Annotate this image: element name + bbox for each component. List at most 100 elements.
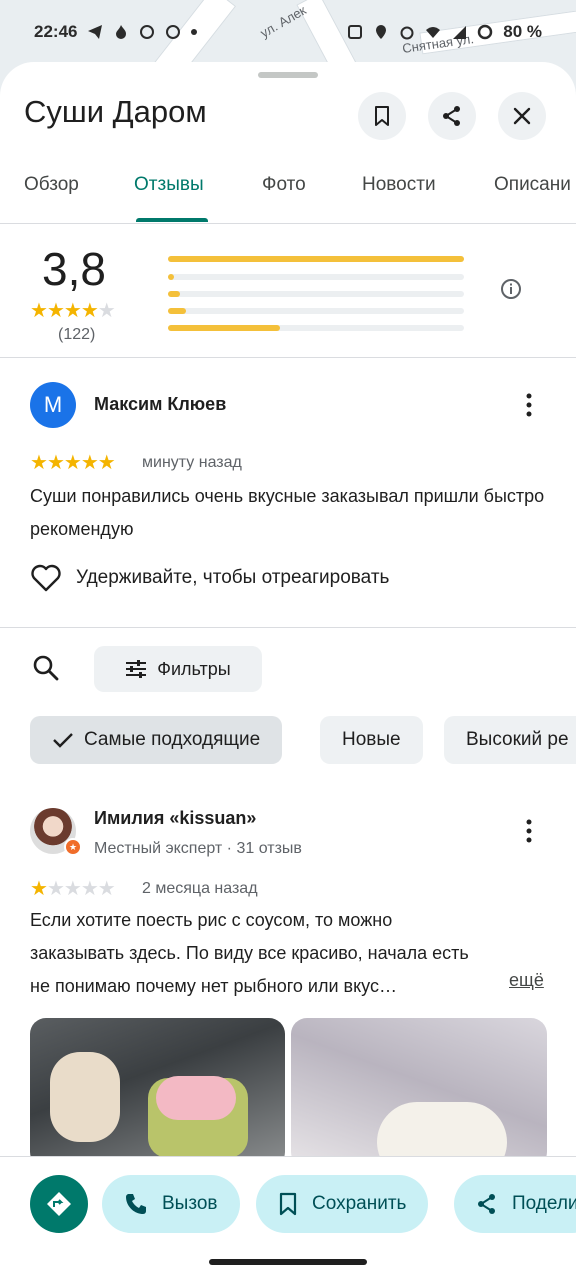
nfc-icon bbox=[348, 25, 363, 39]
battery-level: 80 % bbox=[503, 22, 542, 41]
sort-chip-high-rating[interactable]: Высокий ре bbox=[444, 716, 576, 764]
more-vert-icon[interactable] bbox=[520, 818, 538, 844]
app-icon bbox=[140, 25, 155, 39]
star-icon: ★ bbox=[80, 878, 99, 900]
review-photo[interactable] bbox=[291, 1018, 547, 1168]
tab-bar: Обзор Отзывы Фото Новости Описани bbox=[0, 160, 576, 224]
review-card: М Максим Клюев ★★★★★ минуту назад Суши п… bbox=[0, 358, 576, 628]
tab-photos[interactable]: Фото bbox=[262, 174, 306, 196]
save-label: Сохранить bbox=[312, 1193, 407, 1214]
sort-chip-relevant[interactable]: Самые подходящие bbox=[30, 716, 283, 764]
wifi-icon bbox=[426, 27, 441, 38]
home-indicator[interactable] bbox=[209, 1259, 367, 1265]
sheet-drag-handle[interactable] bbox=[258, 72, 318, 78]
app-icon bbox=[166, 25, 181, 39]
place-title: Суши Даром bbox=[24, 94, 207, 129]
star-icon: ★ bbox=[80, 300, 99, 322]
tab-news[interactable]: Новости bbox=[362, 174, 436, 196]
location-icon bbox=[376, 25, 387, 39]
heart-outline-icon bbox=[31, 564, 61, 592]
star-icon: ★ bbox=[46, 300, 65, 322]
rating-bar-fill bbox=[168, 291, 180, 297]
tab-overview[interactable]: Обзор bbox=[24, 174, 79, 196]
filters-label: Фильтры bbox=[157, 658, 231, 679]
read-more-link[interactable]: ещё bbox=[509, 970, 544, 991]
tab-about[interactable]: Описани bbox=[494, 174, 571, 196]
alarm-icon bbox=[400, 26, 414, 40]
star-icon: ★ bbox=[63, 452, 82, 474]
notification-dot-icon bbox=[191, 29, 198, 35]
review-text: Суши понравились очень вкусные заказывал… bbox=[30, 486, 545, 539]
share-icon bbox=[478, 1194, 495, 1214]
rating-bar-fill bbox=[168, 274, 174, 280]
save-place-button[interactable]: Сохранить bbox=[256, 1175, 429, 1233]
avatar[interactable]: М bbox=[30, 382, 76, 428]
phone-icon bbox=[126, 1194, 146, 1214]
share-label: Подели bbox=[512, 1193, 576, 1214]
star-icon: ★ bbox=[97, 452, 116, 474]
status-bar: 22:46 80 % bbox=[0, 0, 576, 64]
rating-bar-fill bbox=[168, 308, 186, 314]
star-icon: ★ bbox=[46, 878, 65, 900]
share-button[interactable] bbox=[428, 92, 476, 140]
rating-summary: 3,8 ★★★★★ (122) bbox=[0, 224, 576, 358]
star-icon: ★ bbox=[30, 878, 48, 900]
bookmark-icon bbox=[375, 106, 389, 126]
save-button[interactable] bbox=[358, 92, 406, 140]
call-button[interactable]: Вызов bbox=[102, 1175, 240, 1233]
signal-icon bbox=[453, 26, 467, 39]
star-icon: ★ bbox=[63, 300, 82, 322]
review-stars: ★★★★★ bbox=[30, 876, 116, 901]
more-vert-icon[interactable] bbox=[520, 392, 538, 418]
sort-chip-label: Самые подходящие bbox=[84, 729, 261, 750]
rating-count: (122) bbox=[58, 326, 96, 343]
close-button[interactable] bbox=[498, 92, 546, 140]
directions-icon bbox=[47, 1192, 71, 1216]
review-time: 2 месяца назад bbox=[142, 880, 258, 897]
rating-value: 3,8 bbox=[42, 243, 106, 295]
reviewer-meta: Местный эксперт · 31 отзыв bbox=[94, 840, 302, 857]
react-button[interactable]: Удерживайте, чтобы отреагировать bbox=[30, 564, 389, 592]
star-icon: ★ bbox=[97, 300, 116, 322]
tab-reviews[interactable]: Отзывы bbox=[134, 174, 204, 196]
star-icon: ★ bbox=[46, 452, 65, 474]
flame-icon bbox=[116, 25, 127, 39]
share-place-button[interactable]: Подели bbox=[454, 1175, 576, 1233]
star-icon: ★ bbox=[30, 452, 48, 474]
react-label: Удерживайте, чтобы отреагировать bbox=[76, 567, 390, 588]
sort-chip-label: Новые bbox=[342, 729, 401, 750]
review-text: Если хотите поесть рис с соусом, то можн… bbox=[30, 910, 469, 996]
reviewer-name[interactable]: Максим Клюев bbox=[94, 394, 226, 415]
star-icon: ★ bbox=[30, 300, 48, 322]
filters-button[interactable]: Фильтры bbox=[94, 646, 262, 692]
call-label: Вызов bbox=[162, 1193, 218, 1214]
status-time: 22:46 bbox=[34, 22, 78, 41]
tune-icon bbox=[126, 660, 147, 678]
check-icon bbox=[53, 733, 73, 748]
rating-bar-2 bbox=[168, 308, 464, 314]
rating-bar-1 bbox=[168, 325, 464, 331]
search-icon[interactable] bbox=[32, 654, 60, 682]
review-stars: ★★★★★ bbox=[30, 450, 116, 475]
review-photo[interactable] bbox=[30, 1018, 285, 1168]
active-tab-indicator bbox=[136, 218, 208, 222]
share-icon bbox=[443, 106, 460, 126]
rating-bar-5 bbox=[168, 256, 464, 262]
star-icon: ★ bbox=[97, 878, 116, 900]
local-guide-badge-icon: ★ bbox=[64, 838, 82, 856]
rating-stars: ★★★★★ bbox=[30, 298, 116, 323]
rating-bar-fill bbox=[168, 325, 281, 331]
sort-chip-newest[interactable]: Новые bbox=[320, 716, 423, 764]
star-icon: ★ bbox=[63, 878, 82, 900]
battery-icon bbox=[478, 24, 493, 40]
info-icon[interactable] bbox=[500, 278, 522, 300]
reviewer-name[interactable]: Имилия «kissuan» bbox=[94, 808, 256, 829]
star-icon: ★ bbox=[80, 452, 99, 474]
sort-chip-label: Высокий ре bbox=[466, 729, 569, 750]
place-sheet: Суши Даром Обзор Отзывы Фото Новости Опи… bbox=[0, 62, 576, 1280]
bookmark-icon bbox=[279, 1192, 297, 1216]
review-time: минуту назад bbox=[142, 454, 242, 471]
action-bar: Вызов Сохранить Подели bbox=[0, 1156, 576, 1280]
telegram-icon bbox=[88, 25, 103, 39]
directions-button[interactable] bbox=[30, 1175, 88, 1233]
